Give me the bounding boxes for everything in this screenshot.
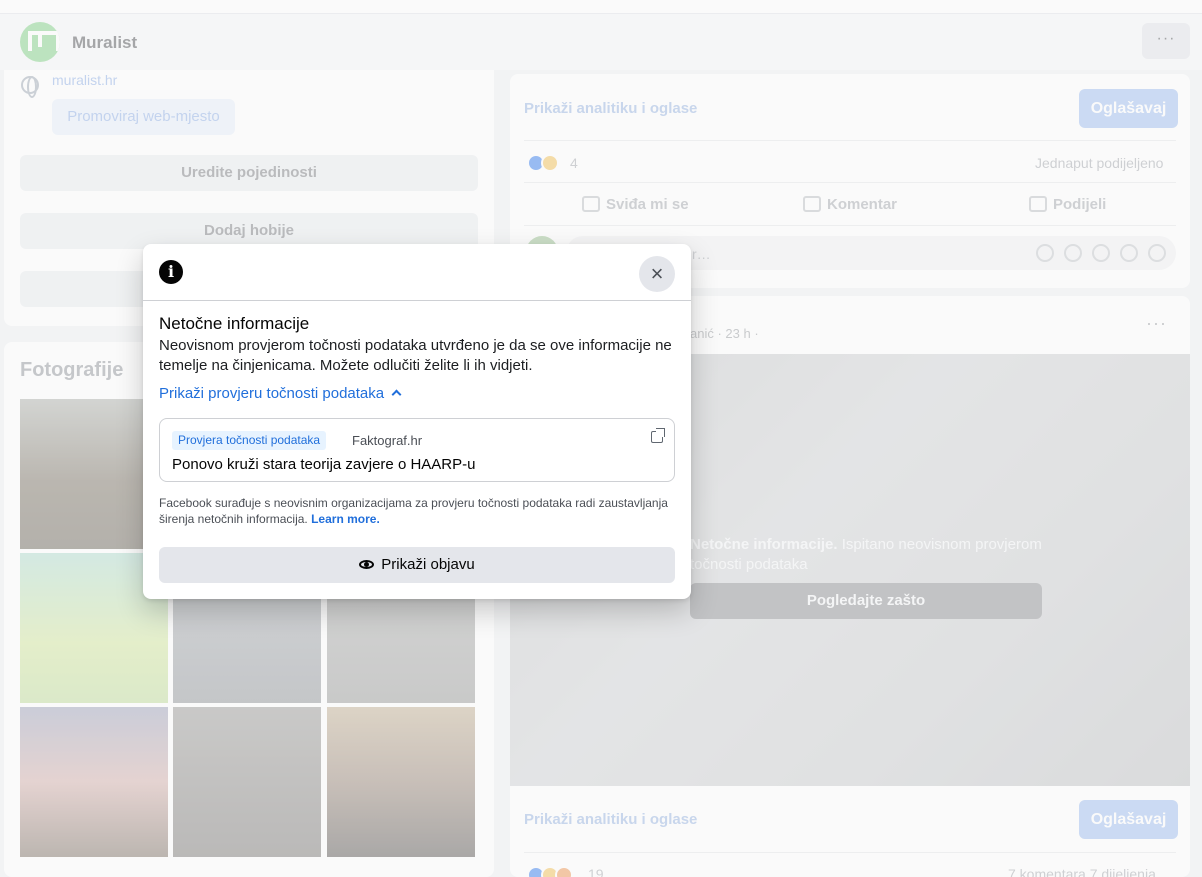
- info-icon: i: [159, 260, 183, 284]
- dialog-description: Neovisnom provjerom točnosti podataka ut…: [159, 337, 672, 374]
- fact-check-headline: Ponovo kruži stara teorija zavjere o HAA…: [172, 456, 476, 473]
- fact-check-article-card[interactable]: Provjera točnosti podataka Faktograf.hr …: [159, 418, 675, 482]
- chevron-up-icon: [391, 389, 402, 400]
- fact-check-source: Faktograf.hr: [352, 433, 423, 448]
- fact-check-badge: Provjera točnosti podataka: [172, 431, 327, 450]
- close-icon[interactable]: ×: [639, 256, 675, 292]
- learn-more-link[interactable]: Learn more.: [311, 512, 380, 526]
- external-link-icon[interactable]: [651, 428, 665, 443]
- divider: [143, 300, 691, 301]
- false-information-dialog: i × Netočne informacije Neovisnom provje…: [143, 244, 691, 599]
- show-fact-check-toggle[interactable]: Prikaži provjeru točnosti podataka: [159, 385, 402, 402]
- eye-icon: [359, 560, 375, 569]
- dialog-footnote: Facebook surađuje s neovisnim organizaci…: [159, 496, 668, 526]
- dialog-title: Netočne informacije: [159, 314, 310, 333]
- show-post-button[interactable]: Prikaži objavu: [159, 547, 675, 583]
